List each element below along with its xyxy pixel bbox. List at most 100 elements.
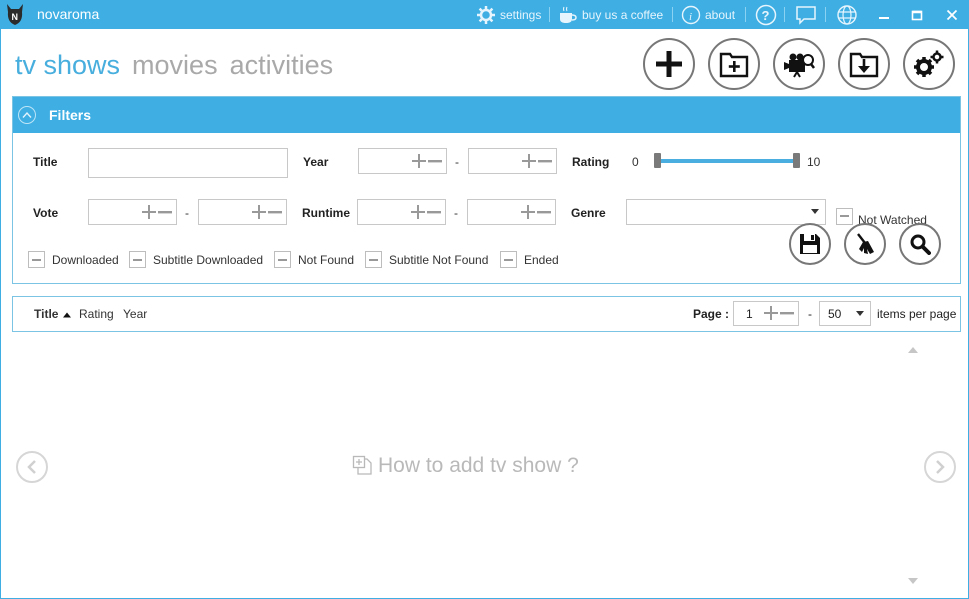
- vote-filter-label: Vote: [33, 206, 59, 220]
- minus-icon[interactable]: [427, 205, 441, 219]
- runtime-to-stepper[interactable]: [467, 199, 556, 225]
- minus-icon[interactable]: [537, 205, 551, 219]
- empty-state-message[interactable]: How to add tv show ?: [352, 454, 579, 478]
- clear-filter-button[interactable]: [844, 223, 886, 265]
- page-separator: -: [808, 307, 812, 321]
- settings-button[interactable]: [903, 38, 955, 90]
- subtitle-not-found-label: Subtitle Not Found: [389, 252, 489, 267]
- checkbox-box[interactable]: [500, 251, 517, 268]
- add-folder-button[interactable]: [708, 38, 760, 90]
- scroll-up-arrow[interactable]: [908, 347, 918, 353]
- plus-icon[interactable]: [142, 205, 156, 219]
- search-video-button[interactable]: [773, 38, 825, 90]
- year-to-stepper[interactable]: [468, 148, 557, 174]
- folder-download-icon: [849, 52, 879, 78]
- previous-page-button[interactable]: [16, 451, 48, 483]
- tab-activities[interactable]: activities: [230, 50, 334, 81]
- checkbox-box[interactable]: [28, 251, 45, 268]
- rating-slider-track[interactable]: [660, 159, 794, 163]
- subtitle-downloaded-checkbox[interactable]: Subtitle Downloaded: [129, 251, 263, 268]
- plus-icon[interactable]: [252, 205, 266, 219]
- runtime-filter-label: Runtime: [302, 206, 350, 220]
- plus-icon[interactable]: [412, 154, 426, 168]
- stepper-buttons[interactable]: [411, 205, 441, 219]
- genre-dropdown[interactable]: [626, 199, 826, 225]
- about-link[interactable]: i about: [681, 4, 735, 25]
- items-per-page-label: items per page: [877, 307, 957, 321]
- page-stepper[interactable]: 1: [733, 301, 799, 326]
- help-icon: ?: [755, 4, 777, 26]
- camera-search-icon: [784, 53, 815, 78]
- subtitle-downloaded-label: Subtitle Downloaded: [153, 252, 264, 267]
- checkbox-box[interactable]: [365, 251, 382, 268]
- filters-collapse-toggle[interactable]: [18, 106, 36, 124]
- tab-movies[interactable]: movies: [132, 50, 218, 81]
- coffee-link[interactable]: buy us a coffee: [558, 4, 663, 25]
- settings-link[interactable]: settings: [476, 4, 541, 25]
- sort-by-title[interactable]: Title: [34, 307, 71, 321]
- downloaded-checkbox[interactable]: Downloaded: [28, 251, 119, 268]
- rating-slider-min-thumb[interactable]: [654, 153, 661, 168]
- scroll-down-arrow[interactable]: [908, 578, 918, 584]
- subtitle-not-found-checkbox[interactable]: Subtitle Not Found: [365, 251, 488, 268]
- stepper-buttons[interactable]: [521, 205, 551, 219]
- search-filter-button[interactable]: [899, 223, 941, 265]
- svg-text:?: ?: [762, 8, 770, 23]
- plus-icon[interactable]: [521, 205, 535, 219]
- stepper-buttons[interactable]: [412, 154, 442, 168]
- plus-icon[interactable]: [764, 306, 778, 320]
- main-tabs: tv shows movies activities: [15, 50, 333, 81]
- checkbox-box[interactable]: [274, 251, 291, 268]
- stepper-buttons[interactable]: [252, 205, 282, 219]
- next-page-button[interactable]: [924, 451, 956, 483]
- tab-tv-shows[interactable]: tv shows: [15, 50, 120, 81]
- minus-icon[interactable]: [780, 306, 794, 320]
- filters-header[interactable]: Filters: [13, 97, 960, 133]
- stepper-buttons[interactable]: [142, 205, 172, 219]
- info-icon: i: [681, 5, 701, 24]
- chevron-down-icon: [811, 209, 819, 214]
- close-icon: [946, 9, 958, 20]
- search-icon: [910, 234, 931, 255]
- minus-icon[interactable]: [158, 205, 172, 219]
- add-button[interactable]: [643, 38, 695, 90]
- minus-icon[interactable]: [268, 205, 282, 219]
- sort-ascending-icon: [62, 312, 71, 318]
- checkbox-box[interactable]: [129, 251, 146, 268]
- sort-by-year[interactable]: Year: [123, 307, 147, 321]
- import-button[interactable]: [838, 38, 890, 90]
- ended-checkbox[interactable]: Ended: [500, 251, 559, 268]
- minus-icon[interactable]: [428, 154, 442, 168]
- stepper-buttons[interactable]: [764, 306, 794, 320]
- minimize-button[interactable]: [872, 4, 896, 25]
- sort-by-rating[interactable]: Rating: [79, 307, 114, 321]
- checkbox-box[interactable]: [836, 207, 853, 225]
- plus-icon[interactable]: [411, 205, 425, 219]
- feedback-button[interactable]: [794, 3, 818, 27]
- vote-to-stepper[interactable]: [198, 199, 287, 225]
- close-button[interactable]: [940, 4, 964, 25]
- rating-slider-max-thumb[interactable]: [793, 153, 800, 168]
- stepper-buttons[interactable]: [522, 154, 552, 168]
- vote-from-stepper[interactable]: [88, 199, 177, 225]
- maximize-button[interactable]: [905, 4, 929, 25]
- gears-icon: [914, 50, 944, 77]
- title-filter-label: Title: [33, 155, 58, 169]
- not-found-checkbox[interactable]: Not Found: [274, 251, 354, 268]
- sort-title-label: Title: [34, 307, 59, 321]
- add-show-icon: [352, 455, 372, 475]
- items-per-page-dropdown[interactable]: 50: [819, 301, 871, 326]
- minus-icon[interactable]: [538, 154, 552, 168]
- plus-icon[interactable]: [522, 154, 536, 168]
- divider: [784, 7, 785, 22]
- divider: [672, 7, 673, 22]
- year-filter-label: Year: [303, 155, 329, 169]
- title-filter-input[interactable]: [88, 148, 288, 178]
- language-button[interactable]: [835, 3, 859, 27]
- filters-title: Filters: [49, 107, 92, 123]
- help-button[interactable]: ?: [754, 3, 778, 27]
- year-from-stepper[interactable]: [358, 148, 447, 174]
- runtime-from-stepper[interactable]: [357, 199, 446, 225]
- divider: [549, 7, 550, 22]
- save-filter-button[interactable]: [789, 223, 831, 265]
